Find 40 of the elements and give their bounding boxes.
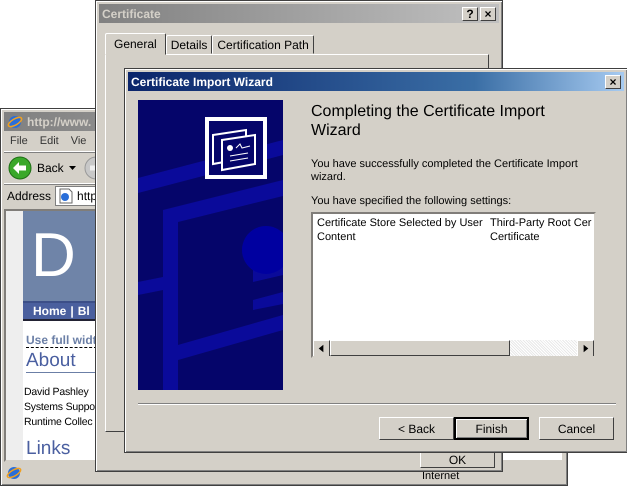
about-text: Systems Suppo: [24, 400, 95, 415]
nav-link[interactable]: Home: [33, 304, 66, 318]
wizard-button[interactable]: Cancel: [539, 417, 614, 440]
about-text: David Pashley: [24, 385, 90, 400]
globe-icon: [6, 465, 22, 481]
tab[interactable]: General: [105, 33, 166, 55]
scroll-left-icon[interactable]: [313, 340, 330, 356]
about-text: Runtime Collec: [24, 415, 94, 430]
menu-item[interactable]: File: [10, 135, 28, 147]
setting-name: Certificate Store Selected by User: [317, 216, 484, 230]
nav-link[interactable]: Bl: [78, 304, 90, 318]
window-title: Certificate: [102, 6, 161, 20]
menu-item[interactable]: Edit: [40, 135, 59, 147]
horizontal-scrollbar[interactable]: [313, 340, 594, 356]
back-button[interactable]: Back: [6, 156, 78, 180]
close-button[interactable]: ×: [480, 6, 496, 20]
setting-name: Content: [317, 230, 357, 244]
site-logo: D: [31, 225, 76, 287]
menu-item[interactable]: Vie: [70, 135, 86, 147]
completion-message: You have successfully completed the Certificate Import wizard.: [311, 158, 579, 184]
setting-value: Third-Party Root Cer: [490, 216, 592, 230]
settings-label: You have specified the following settings:: [311, 195, 512, 208]
nav-separator: |: [70, 304, 74, 318]
scroll-right-icon[interactable]: [577, 340, 594, 356]
caret-icon: [68, 166, 76, 170]
window-title: http://www.: [27, 114, 92, 128]
tab[interactable]: Details: [166, 35, 212, 54]
setting-value: Certificate: [490, 230, 540, 244]
globe-icon: [7, 114, 23, 130]
close-button[interactable]: ×: [605, 74, 621, 88]
window-title: Certificate Import Wizard: [131, 74, 273, 88]
scrollbar-thumb[interactable]: [330, 340, 510, 356]
tab[interactable]: Certification Path: [212, 35, 314, 54]
section-heading: Links: [26, 438, 72, 460]
wizard-heading: Completing the Certificate Import Wizard: [311, 102, 546, 140]
address-label: Address: [7, 189, 52, 203]
zone-text: Internet: [422, 471, 460, 482]
wizard-button[interactable]: < Back: [379, 417, 454, 440]
wizard-button[interactable]: Finish: [454, 417, 529, 440]
help-button[interactable]: ?: [462, 6, 478, 20]
